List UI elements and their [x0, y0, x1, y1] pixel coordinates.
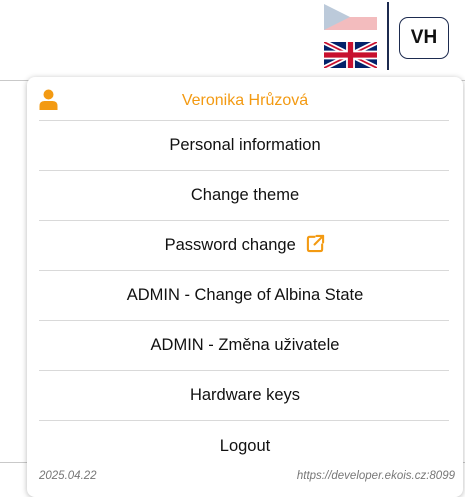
- external-link-icon: [307, 234, 325, 253]
- menu-item-change-theme[interactable]: Change theme: [27, 171, 463, 220]
- user-menu-dropdown: Veronika Hrůzová Personal information Ch…: [27, 77, 463, 497]
- menu-item-label: ADMIN - Změna uživatele: [150, 336, 340, 354]
- avatar-initials: VH: [410, 27, 438, 48]
- menu-item-admin-change-user[interactable]: ADMIN - Změna uživatele: [27, 321, 463, 370]
- menu-item-password-change[interactable]: Password change: [27, 221, 463, 270]
- menu-item-hardware-keys[interactable]: Hardware keys: [27, 371, 463, 420]
- menu-item-label: Personal information: [169, 136, 321, 154]
- user-avatar-button[interactable]: VH: [399, 17, 449, 59]
- menu-item-admin-change-state[interactable]: ADMIN - Change of Albina State: [27, 271, 463, 320]
- top-bar: [0, 0, 465, 80]
- menu-item-label: Password change: [164, 236, 296, 254]
- user-name: Veronika Hrůzová: [181, 92, 309, 109]
- menu-item-label: Logout: [219, 437, 271, 455]
- build-date: 2025.04.22: [39, 470, 97, 482]
- server-url: https://developer.ekois.cz:8099: [296, 470, 455, 482]
- menu-item-personal-information[interactable]: Personal information: [27, 121, 463, 170]
- user-menu-header: Veronika Hrůzová: [27, 77, 463, 120]
- menu-item-label: ADMIN - Change of Albina State: [126, 286, 364, 304]
- flag-czech-icon[interactable]: [324, 4, 377, 30]
- header-vertical-divider: [387, 2, 389, 70]
- menu-item-label: Hardware keys: [189, 386, 301, 404]
- flag-uk-icon[interactable]: [324, 42, 377, 68]
- menu-item-logout[interactable]: Logout: [27, 422, 463, 471]
- menu-item-label: Change theme: [190, 186, 300, 204]
- menu-separator: [39, 420, 449, 421]
